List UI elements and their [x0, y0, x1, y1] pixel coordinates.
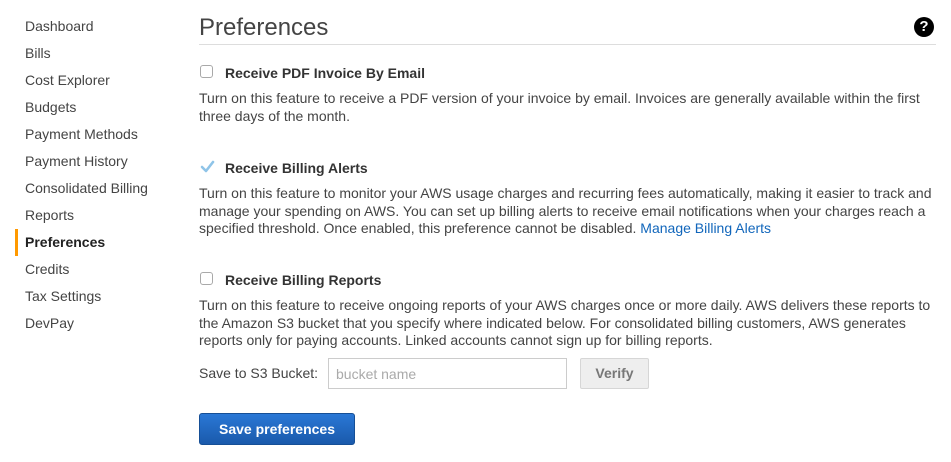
- page-header: Preferences ?: [199, 0, 936, 45]
- pdf-invoice-checkbox[interactable]: [200, 65, 213, 78]
- verify-button[interactable]: Verify: [580, 358, 649, 389]
- page-title: Preferences: [199, 14, 329, 41]
- pdf-invoice-label: Receive PDF Invoice By Email: [225, 65, 425, 81]
- sidebar-item-dashboard[interactable]: Dashboard: [15, 13, 185, 40]
- s3-bucket-row: Save to S3 Bucket: Verify: [199, 358, 936, 390]
- sidebar-item-budgets[interactable]: Budgets: [15, 94, 185, 121]
- sidebar-item-preferences[interactable]: Preferences: [15, 229, 185, 256]
- billing-alerts-section: Receive Billing Alerts Turn on this feat…: [199, 159, 936, 238]
- pdf-invoice-section: Receive PDF Invoice By Email Turn on thi…: [199, 64, 936, 125]
- s3-bucket-label: Save to S3 Bucket:: [199, 365, 319, 381]
- billing-alerts-description-text: Turn on this feature to monitor your AWS…: [199, 185, 932, 236]
- pdf-invoice-description: Turn on this feature to receive a PDF ve…: [199, 90, 920, 124]
- main-content: Preferences ? Receive PDF Invoice By Ema…: [199, 0, 936, 445]
- billing-alerts-description: Turn on this feature to monitor your AWS…: [199, 185, 936, 238]
- sidebar-item-tax-settings[interactable]: Tax Settings: [15, 283, 185, 310]
- s3-bucket-input[interactable]: [328, 358, 567, 389]
- billing-alerts-label: Receive Billing Alerts: [225, 160, 368, 176]
- sidebar-item-payment-history[interactable]: Payment History: [15, 148, 185, 175]
- billing-reports-checkbox[interactable]: [200, 272, 213, 285]
- sidebar-item-reports[interactable]: Reports: [15, 202, 185, 229]
- sidebar-item-bills[interactable]: Bills: [15, 40, 185, 67]
- sidebar-item-cost-explorer[interactable]: Cost Explorer: [15, 67, 185, 94]
- billing-alerts-checkbox[interactable]: [200, 160, 215, 173]
- sidebar-nav: Dashboard Bills Cost Explorer Budgets Pa…: [15, 13, 185, 337]
- manage-billing-alerts-link[interactable]: Manage Billing Alerts: [640, 220, 771, 236]
- checkmark-icon: [200, 160, 215, 173]
- sidebar-item-credits[interactable]: Credits: [15, 256, 185, 283]
- sidebar-item-consolidated-billing[interactable]: Consolidated Billing: [15, 175, 185, 202]
- save-preferences-button[interactable]: Save preferences: [199, 413, 355, 445]
- billing-reports-label: Receive Billing Reports: [225, 272, 382, 288]
- sidebar-item-devpay[interactable]: DevPay: [15, 310, 185, 337]
- billing-reports-description: Turn on this feature to receive ongoing …: [199, 297, 931, 348]
- billing-reports-section: Receive Billing Reports Turn on this fea…: [199, 271, 936, 350]
- help-icon[interactable]: ?: [914, 17, 934, 37]
- sidebar-item-payment-methods[interactable]: Payment Methods: [15, 121, 185, 148]
